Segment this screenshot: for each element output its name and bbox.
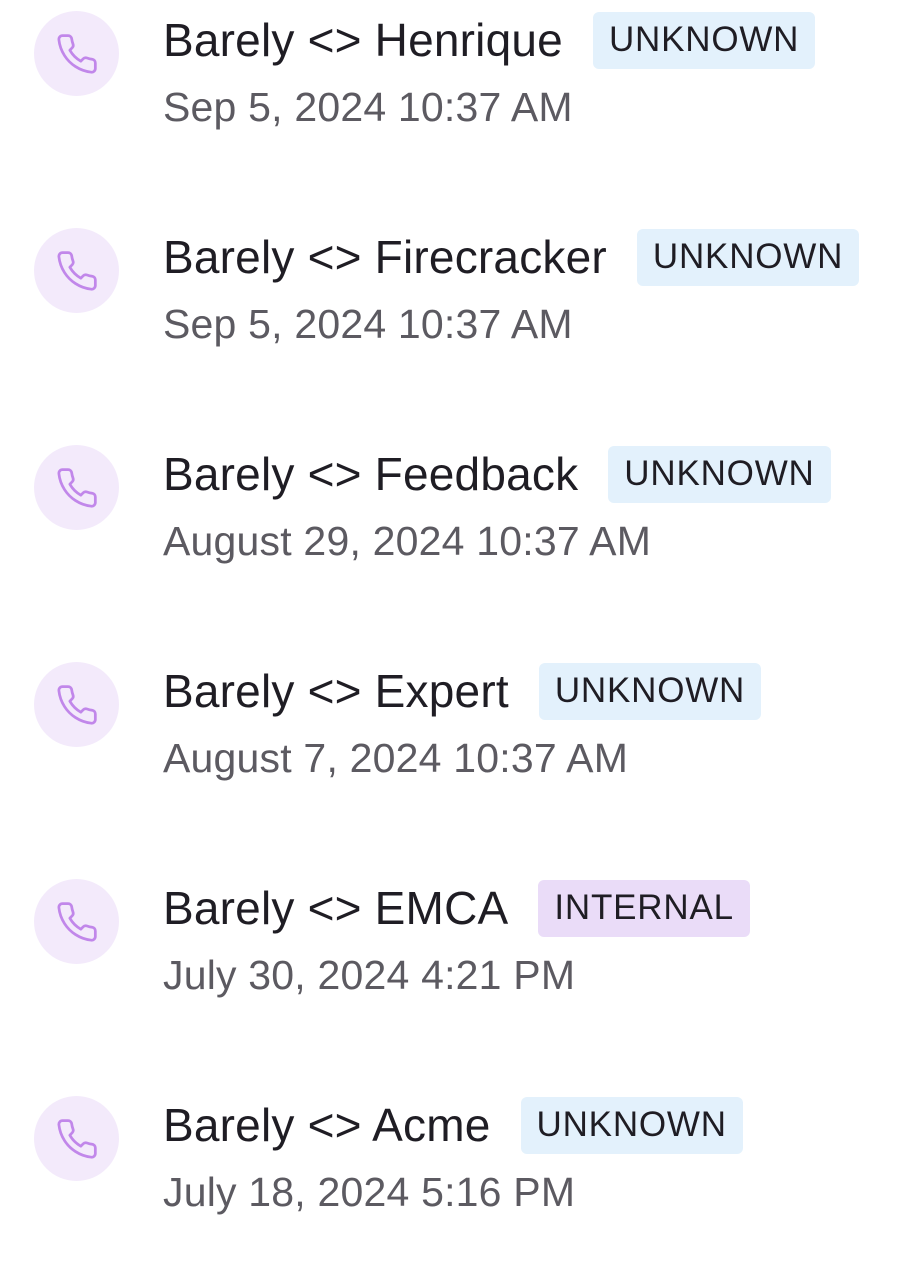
call-title-row: Barely <> Acme UNKNOWN — [163, 1094, 743, 1156]
phone-icon — [57, 467, 97, 508]
status-badge: UNKNOWN — [636, 228, 860, 286]
phone-icon — [57, 901, 97, 942]
call-title-row: Barely <> Feedback UNKNOWN — [163, 443, 831, 505]
call-avatar — [34, 445, 119, 530]
call-date: Sep 5, 2024 10:37 AM — [163, 301, 573, 347]
call-item[interactable]: Barely <> Feedback UNKNOWN August 29, 20… — [0, 434, 923, 634]
call-avatar — [34, 879, 119, 964]
call-title[interactable]: Barely <> Henrique — [163, 13, 563, 67]
call-date: August 29, 2024 10:37 AM — [163, 518, 652, 564]
call-list: Barely <> Henrique UNKNOWN Sep 5, 2024 1… — [0, 0, 923, 1220]
status-badge: UNKNOWN — [592, 11, 816, 69]
call-title-row: Barely <> EMCA INTERNAL — [163, 877, 750, 939]
call-avatar — [34, 1096, 119, 1181]
phone-icon — [57, 250, 97, 291]
call-title-row: Barely <> Firecracker UNKNOWN — [163, 226, 860, 288]
phone-icon — [57, 33, 97, 74]
call-item[interactable]: Barely <> Expert UNKNOWN August 7, 2024 … — [0, 651, 923, 851]
call-title[interactable]: Barely <> Expert — [163, 664, 509, 718]
call-date: July 18, 2024 5:16 PM — [163, 1169, 576, 1215]
call-date: August 7, 2024 10:37 AM — [163, 735, 629, 781]
call-title[interactable]: Barely <> Acme — [163, 1098, 491, 1152]
call-item[interactable]: Barely <> EMCA INTERNAL July 30, 2024 4:… — [0, 868, 923, 1068]
call-avatar — [34, 228, 119, 313]
status-badge: UNKNOWN — [608, 445, 831, 503]
call-title[interactable]: Barely <> Firecracker — [163, 230, 607, 284]
call-date: Sep 5, 2024 10:37 AM — [163, 84, 573, 130]
status-badge: UNKNOWN — [538, 662, 762, 720]
call-item[interactable]: Barely <> Henrique UNKNOWN Sep 5, 2024 1… — [0, 0, 923, 200]
call-item[interactable]: Barely <> Firecracker UNKNOWN Sep 5, 202… — [0, 217, 923, 417]
status-badge: INTERNAL — [538, 879, 750, 937]
call-item[interactable]: Barely <> Acme UNKNOWN July 18, 2024 5:1… — [0, 1085, 923, 1285]
phone-icon — [57, 684, 97, 725]
call-avatar — [34, 662, 119, 747]
call-date: July 30, 2024 4:21 PM — [163, 952, 576, 998]
call-title[interactable]: Barely <> EMCA — [163, 881, 508, 935]
call-avatar — [34, 11, 119, 96]
call-title-row: Barely <> Expert UNKNOWN — [163, 660, 762, 722]
phone-icon — [57, 1118, 97, 1159]
call-title-row: Barely <> Henrique UNKNOWN — [163, 9, 816, 71]
status-badge: UNKNOWN — [520, 1096, 743, 1154]
call-title[interactable]: Barely <> Feedback — [163, 447, 578, 501]
